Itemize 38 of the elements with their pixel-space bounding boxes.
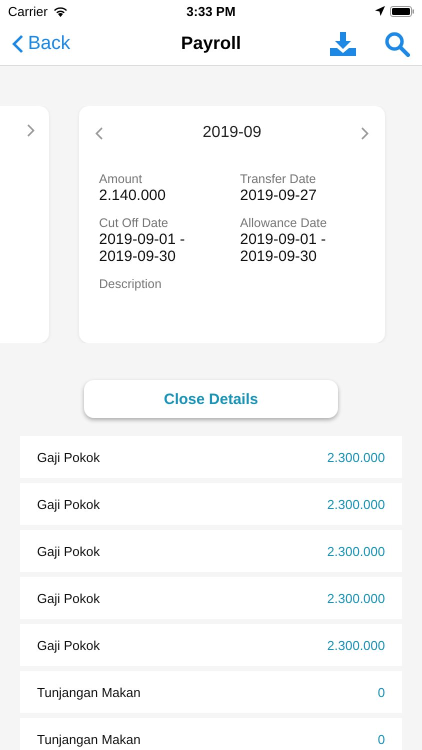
screen-title: Payroll xyxy=(180,33,242,54)
download-icon[interactable] xyxy=(330,32,356,56)
item-name: Tunjangan Makan xyxy=(37,732,141,746)
item-amount: 2.300.000 xyxy=(327,544,385,558)
field-label: Amount xyxy=(99,172,144,186)
field-value: 2.140.000 xyxy=(99,187,167,204)
back-button[interactable]: Back xyxy=(12,32,70,54)
battery-icon xyxy=(390,6,414,16)
field-label: Cut Off Date xyxy=(99,216,170,230)
period-title: 2019-09 xyxy=(202,124,262,142)
item-amount: 2.300.000 xyxy=(327,590,385,606)
item-name: Gaji Pokok xyxy=(37,638,100,652)
location-arrow-icon xyxy=(374,6,385,16)
item-name: Gaji Pokok xyxy=(37,590,100,606)
wifi-icon xyxy=(52,6,68,16)
item-name: Gaji Pokok xyxy=(37,496,100,512)
item-amount: 0 xyxy=(378,732,385,746)
next-chevron-icon[interactable] xyxy=(361,126,369,140)
field-value: 2019-09-27 xyxy=(240,187,318,204)
next-chevron-icon[interactable] xyxy=(27,124,35,137)
field-label: Allowance Date xyxy=(240,216,328,230)
item-name: Tunjangan Makan xyxy=(37,684,141,700)
field-value: 2019-09-01 - 2019-09-30 xyxy=(240,231,327,265)
item-amount: 0 xyxy=(378,684,385,700)
clock-time: 3:33 PM xyxy=(186,4,236,18)
item-name: Gaji Pokok xyxy=(37,450,100,464)
item-amount: 2.300.000 xyxy=(327,450,385,464)
item-amount: 2.300.000 xyxy=(327,638,385,652)
back-chevron-icon xyxy=(12,34,24,54)
field-label: Transfer Date xyxy=(240,172,317,186)
item-amount: 2.300.000 xyxy=(327,496,385,512)
field-value: 2019-09-01 - 2019-09-30 xyxy=(99,231,186,265)
close-details-button[interactable]: Close Details xyxy=(84,380,338,418)
previous-chevron-icon[interactable] xyxy=(95,126,103,140)
carrier-name: Carrier xyxy=(8,4,48,18)
item-name: Gaji Pokok xyxy=(37,544,100,558)
search-icon[interactable] xyxy=(384,30,410,56)
field-label: Description xyxy=(99,277,163,291)
